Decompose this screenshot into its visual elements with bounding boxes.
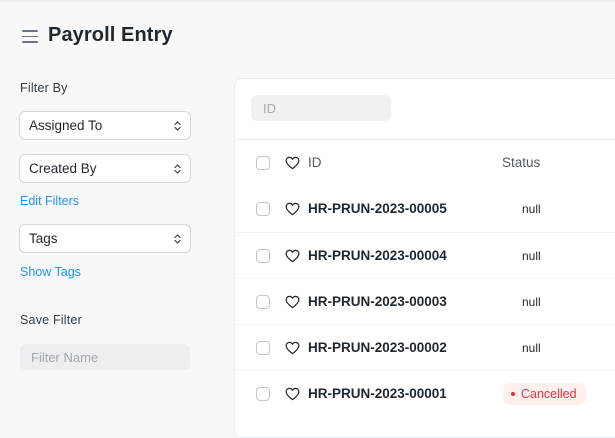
row-checkbox[interactable] [256,294,270,309]
row-id-link[interactable]: HR-PRUN-2023-00001 [308,386,447,401]
heart-icon[interactable] [285,387,300,401]
row-id-link[interactable]: HR-PRUN-2023-00005 [308,201,447,216]
row-status: null [522,202,541,216]
heart-icon[interactable] [285,341,300,355]
table-row[interactable]: HR-PRUN-2023-00003 null [235,278,615,324]
row-checkbox[interactable] [256,248,270,263]
status-badge-cancelled: Cancelled [503,382,586,405]
status-dot-icon [511,391,515,396]
column-header-status[interactable]: Status [502,155,540,170]
filter-by-label: Filter By [20,81,68,95]
table-row[interactable]: HR-PRUN-2023-00002 null [235,324,615,370]
assigned-to-label: Assigned To [29,118,103,133]
page-title: Payroll Entry [48,24,173,46]
column-header-id[interactable]: ID [308,155,322,170]
status-badge-label: Cancelled [521,386,577,401]
edit-filters-link[interactable]: Edit Filters [20,194,79,208]
created-by-select[interactable]: Created By [19,154,191,183]
row-id-link[interactable]: HR-PRUN-2023-00003 [308,294,447,309]
table-row[interactable]: HR-PRUN-2023-00001 Cancelled [235,370,615,416]
row-status: null [522,248,541,263]
row-status: null [522,294,541,309]
heart-icon[interactable] [285,295,300,309]
show-tags-link[interactable]: Show Tags [20,265,81,279]
table-row[interactable]: HR-PRUN-2023-00004 null [235,232,615,278]
updown-chevron-icon [174,234,181,244]
updown-chevron-icon [174,121,181,131]
list-panel: ID Status HR-PRUN-2023-00005 null HR-PRU… [234,78,615,438]
id-search-input[interactable] [251,95,391,121]
tags-select[interactable]: Tags [19,224,191,253]
hamburger-icon[interactable] [22,30,38,43]
save-filter-label: Save Filter [20,313,82,327]
tags-label: Tags [29,231,58,246]
assigned-to-select[interactable]: Assigned To [19,111,191,140]
heart-icon[interactable] [285,249,300,263]
row-checkbox[interactable] [256,386,270,401]
row-checkbox[interactable] [256,340,270,355]
row-status: null [522,340,541,355]
heart-icon[interactable] [285,202,300,216]
created-by-label: Created By [29,161,97,176]
top-bar [0,0,615,2]
select-all-checkbox[interactable] [256,156,270,170]
heart-icon[interactable] [285,156,300,170]
list-header-row: ID Status [235,140,615,186]
row-id-link[interactable]: HR-PRUN-2023-00004 [308,248,447,263]
row-checkbox[interactable] [256,202,270,216]
filter-name-input[interactable] [20,344,190,370]
row-id-link[interactable]: HR-PRUN-2023-00002 [308,340,447,355]
updown-chevron-icon [174,164,181,174]
table-row[interactable]: HR-PRUN-2023-00005 null [235,186,615,232]
